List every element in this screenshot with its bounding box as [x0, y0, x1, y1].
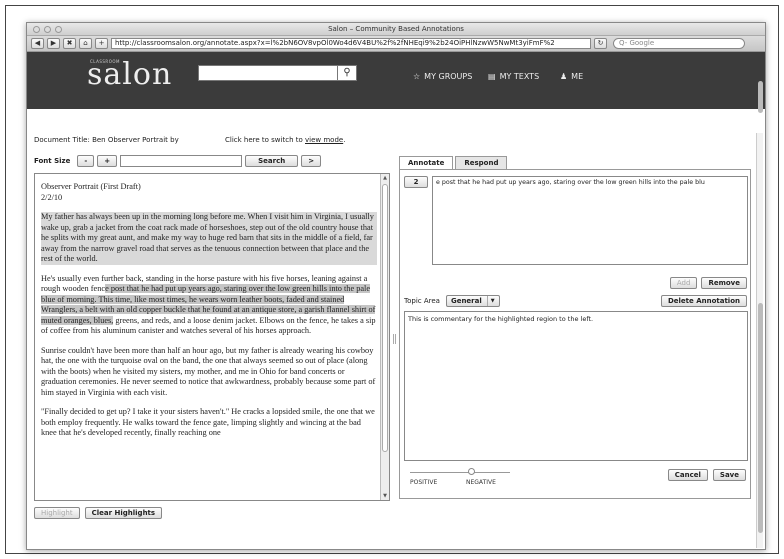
highlight-controls: Highlight Clear Highlights	[34, 507, 163, 519]
site-header: CLASSROOM salon ⚲ ☆ MY GROUPS ▤ MY TEXTS…	[27, 52, 765, 109]
doc-date: 2/2/10	[41, 192, 63, 202]
add-button[interactable]: Add	[669, 277, 698, 289]
google-search-field[interactable]: Q- Google	[613, 38, 745, 49]
tab-respond[interactable]: Respond	[455, 156, 508, 169]
scroll-down-icon[interactable]: ▼	[381, 492, 389, 500]
topic-area-value: General	[450, 297, 482, 305]
scroll-thumb[interactable]	[382, 184, 388, 452]
user-icon: ♟	[560, 72, 568, 81]
clear-highlights-button[interactable]: Clear Highlights	[84, 507, 163, 519]
sentiment-slider[interactable]: POSITIVE NEGATIVE	[410, 466, 510, 490]
doc-heading: Observer Portrait (First Draft)	[41, 182, 141, 191]
slider-knob[interactable]	[468, 468, 475, 475]
paragraph-4[interactable]: "Finally decided to get up? I take it yo…	[41, 407, 377, 439]
pane-divider-grip[interactable]	[393, 334, 396, 344]
site-search-input[interactable]	[198, 65, 348, 81]
slider-track[interactable]	[410, 472, 510, 473]
switch-suffix: .	[343, 136, 346, 144]
window-scroll-thumb[interactable]	[758, 303, 763, 533]
stop-icon[interactable]: ✖	[63, 38, 76, 49]
cancel-button[interactable]: Cancel	[667, 469, 708, 481]
browser-window: Salon – Community Based Annotations ◀ ▶ …	[26, 22, 766, 550]
add-bookmark-icon[interactable]: +	[95, 38, 108, 49]
font-decrease-button[interactable]: -	[77, 155, 95, 167]
document-text[interactable]: Observer Portrait (First Draft) 2/2/10 M…	[41, 182, 377, 448]
forward-icon[interactable]: ▶	[47, 38, 60, 49]
annotation-number-button[interactable]: 2	[404, 176, 428, 188]
search-icon[interactable]: ⚲	[337, 65, 357, 81]
reading-scrollbar[interactable]: ▲ ▼	[380, 174, 389, 500]
font-toolbar: Font Size - + Search >	[34, 155, 322, 167]
reload-icon[interactable]: ↻	[594, 38, 607, 49]
topic-area-row: Topic Area General ▼	[404, 295, 500, 307]
next-match-button[interactable]: >	[301, 155, 322, 167]
star-icon: ☆	[413, 72, 421, 81]
delete-annotation-button[interactable]: Delete Annotation	[660, 295, 747, 307]
nav-label: MY GROUPS	[424, 72, 473, 81]
nav-my-groups[interactable]: ☆ MY GROUPS	[413, 72, 472, 81]
annotation-tabs: Annotate Respond	[399, 156, 508, 169]
switch-prefix: Click here to switch to	[225, 136, 303, 144]
paragraph-3[interactable]: Sunrise couldn't have been more than hal…	[41, 346, 377, 399]
window-title: Salon – Community Based Annotations	[328, 25, 464, 33]
font-size-label: Font Size	[34, 157, 71, 165]
save-button[interactable]: Save	[712, 469, 746, 481]
positive-label: POSITIVE	[410, 479, 438, 486]
window-scrollbar[interactable]	[756, 81, 763, 548]
salon-logo[interactable]: salon	[87, 57, 172, 92]
tab-annotate[interactable]: Annotate	[399, 156, 454, 169]
scroll-up-icon[interactable]: ▲	[381, 174, 389, 182]
negative-label: NEGATIVE	[466, 479, 496, 486]
title-bar: Salon – Community Based Annotations	[27, 23, 765, 36]
browser-toolbar: ◀ ▶ ✖ ⌂ + http://classroomsalon.org/anno…	[27, 36, 765, 52]
annotation-panel: 2 e post that he had put up years ago, s…	[399, 169, 751, 499]
font-increase-button[interactable]: +	[97, 155, 118, 167]
paragraph-2[interactable]: He's usually even further back, standing…	[41, 274, 377, 337]
chevron-down-icon: ▼	[486, 296, 495, 306]
window-scroll-top-thumb[interactable]	[758, 81, 763, 113]
speech-bubble-icon: ▤	[488, 72, 496, 81]
address-bar[interactable]: http://classroomsalon.org/annotate.aspx?…	[111, 38, 591, 49]
view-mode-link[interactable]: view mode	[305, 136, 343, 144]
switch-mode-text: Click here to switch to view mode.	[225, 136, 345, 144]
reading-pane[interactable]: Observer Portrait (First Draft) 2/2/10 M…	[34, 173, 390, 501]
paragraph-1[interactable]: My father has always been up in the morn…	[41, 212, 377, 265]
highlight-button[interactable]: Highlight	[34, 507, 80, 519]
text-search-input[interactable]	[120, 155, 243, 167]
add-remove-controls: Add Remove	[669, 277, 747, 289]
search-button[interactable]: Search	[245, 155, 299, 167]
nav-my-texts[interactable]: ▤ MY TEXTS	[488, 72, 539, 81]
annotation-number-row: 2	[404, 176, 428, 188]
back-icon[interactable]: ◀	[31, 38, 44, 49]
nav-me[interactable]: ♟ ME	[560, 72, 583, 81]
comment-textarea[interactable]: This is commentary for the highlighted r…	[404, 311, 748, 461]
nav-label: ME	[571, 72, 584, 81]
topic-area-select[interactable]: General ▼	[445, 295, 500, 307]
save-controls: Cancel Save	[667, 469, 746, 481]
annotation-quote-field[interactable]: e post that he had put up years ago, sta…	[432, 176, 748, 265]
home-icon[interactable]: ⌂	[79, 38, 92, 49]
document-title: Document Title: Ben Observer Portrait by	[34, 136, 179, 144]
nav-label: MY TEXTS	[499, 72, 540, 81]
topic-area-label: Topic Area	[404, 297, 440, 305]
remove-button[interactable]: Remove	[701, 277, 747, 289]
